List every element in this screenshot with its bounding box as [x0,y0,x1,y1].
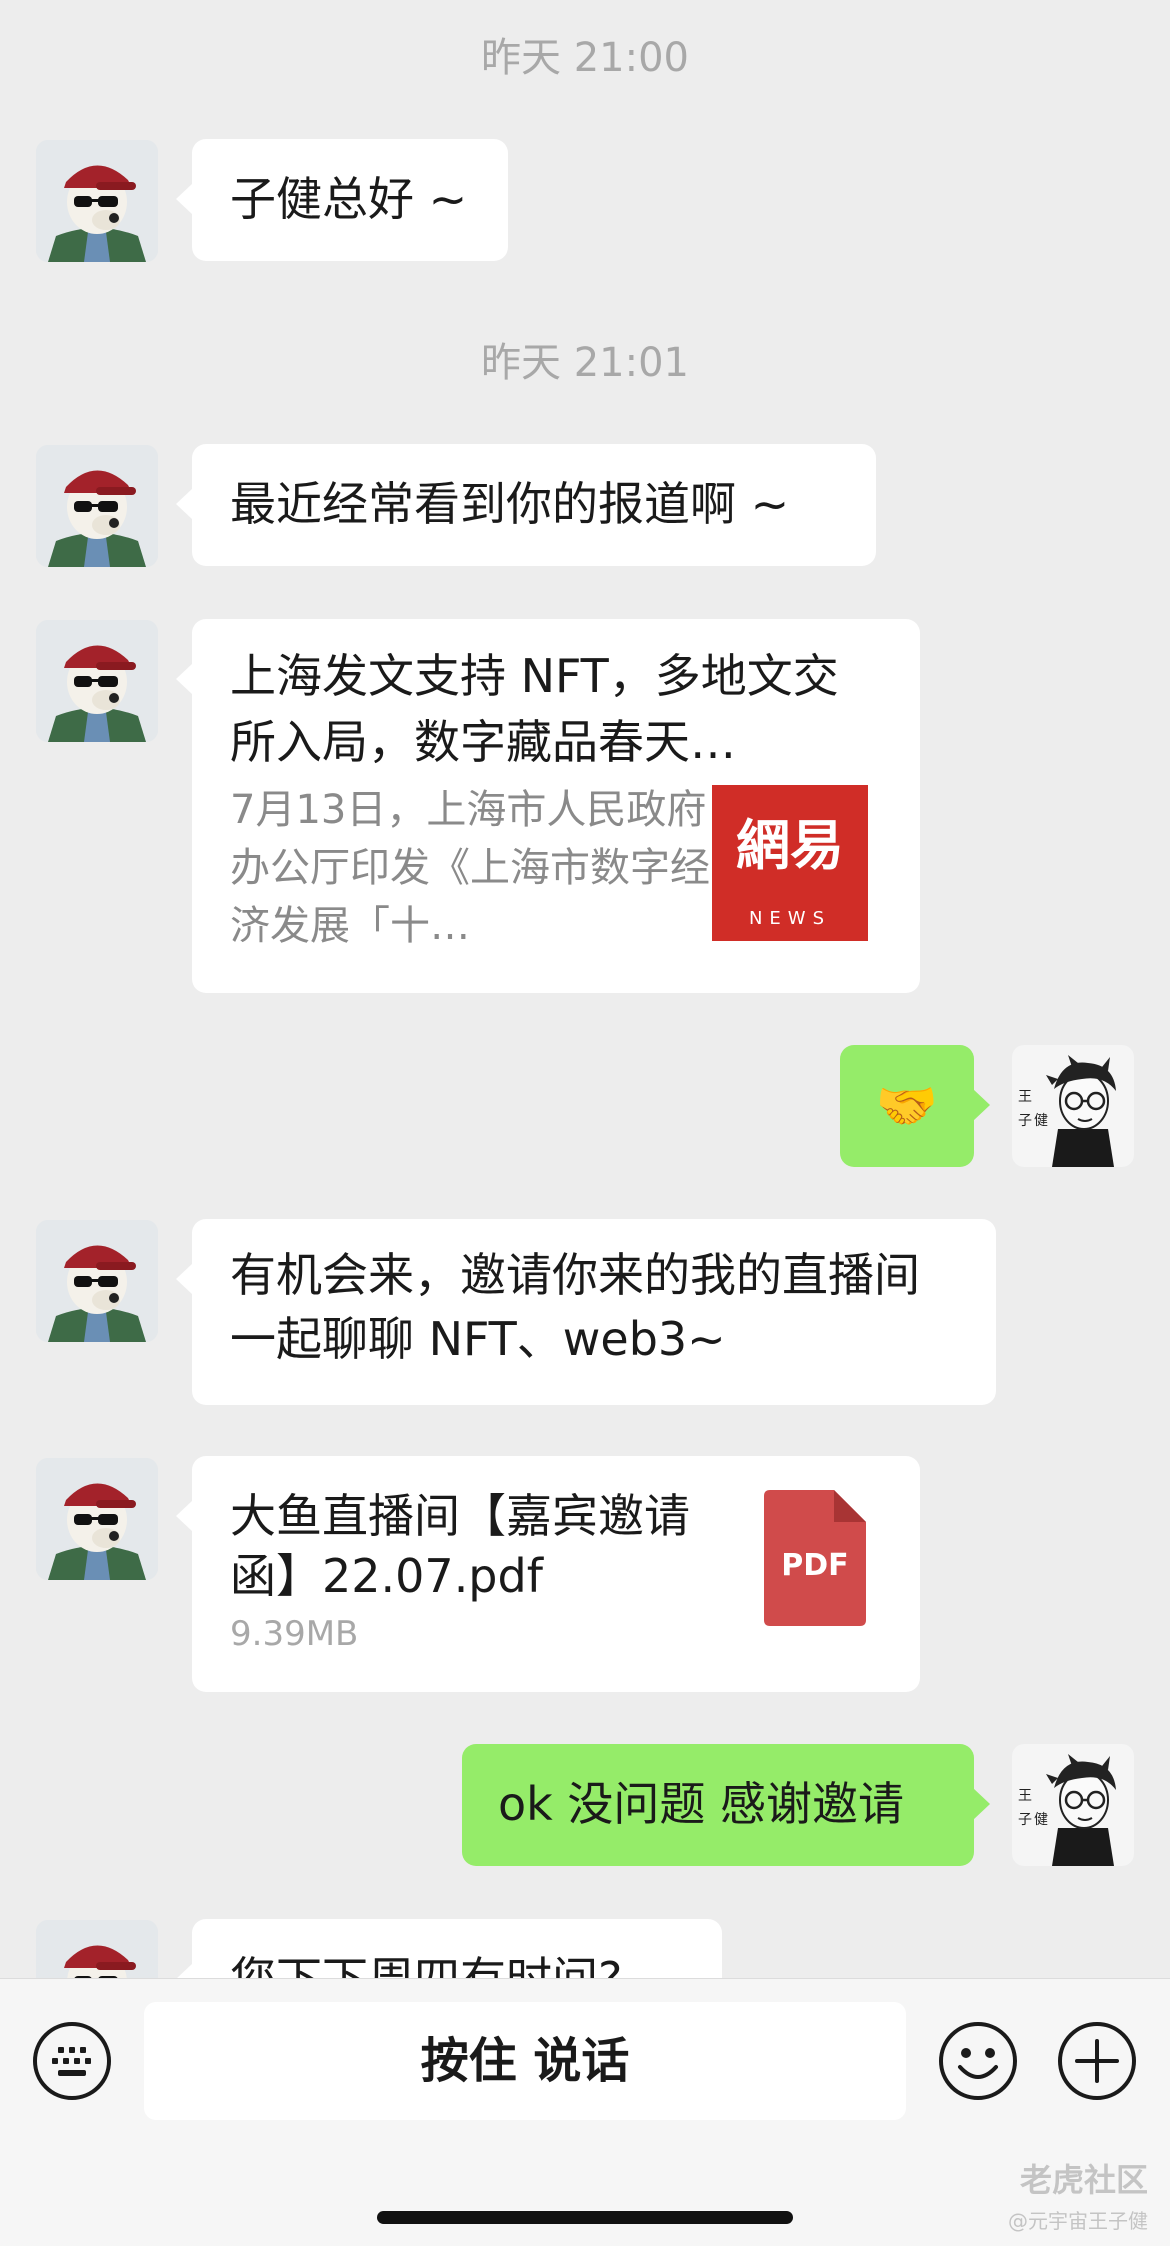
file-card[interactable]: 大鱼直播间【嘉宾邀请函】22.07.pdf 9.39MB PDF [176,1456,920,1692]
keyboard-toggle-button[interactable] [32,2021,112,2101]
self-avatar[interactable]: 王 子 健 [1012,1045,1134,1167]
input-bar: 按住 说话 [0,1978,1170,2246]
bear-avatar-icon [36,1920,158,1978]
pdf-file-icon: PDF [764,1490,866,1626]
watermark-title: 老虎社区 [1019,2161,1148,2199]
timestamp: 昨天 21:00 [481,35,689,81]
message-bubble-outgoing[interactable]: 🤝 [840,1045,990,1167]
link-card[interactable]: 上海发文支持 NFT，多地文交所入局，数字藏品春天… 7月13日，上海市人民政府… [176,619,920,993]
more-actions-button[interactable] [1057,2021,1137,2101]
svg-text:子: 子 [1018,1113,1032,1129]
bear-avatar-icon [36,1220,158,1342]
hold-to-talk-button[interactable]: 按住 说话 [144,2002,906,2120]
contact-avatar[interactable] [36,1458,158,1580]
message-text: 子健总好 ~ [230,172,468,226]
svg-text:健: 健 [1034,1113,1048,1129]
plus-icon [1058,2022,1136,2100]
svg-text:王: 王 [1018,1089,1032,1105]
emoji-button[interactable] [938,2021,1018,2101]
chat-area[interactable]: 昨天 21:00 子健总好 ~ 昨天 21:01 最近经常看到你的报道啊 ~ 上… [0,0,1170,1978]
contact-avatar[interactable] [36,620,158,742]
watermark: 老虎社区 @元宇宙王子健 [1008,2160,1148,2236]
svg-text:王: 王 [1018,1788,1032,1804]
timestamp: 昨天 21:01 [481,340,689,386]
message-bubble-incoming[interactable]: 您下下周四有时间? [176,1919,722,1978]
message-bubble-incoming[interactable]: 子健总好 ~ [176,139,508,261]
message-bubble-outgoing[interactable]: ok 没问题 感谢邀请 [462,1744,990,1866]
keyboard-icon [33,2022,111,2100]
boy-avatar-icon: 王 子 健 [1012,1045,1134,1167]
self-avatar[interactable]: 王 子 健 [1012,1744,1134,1866]
file-name: 大鱼直播间【嘉宾邀请函】22.07.pdf [230,1489,690,1603]
svg-text:健: 健 [1034,1812,1048,1828]
contact-avatar[interactable] [36,1920,158,1978]
file-size: 9.39MB [230,1614,359,1654]
message-bubble-incoming[interactable]: 有机会来，邀请你来的我的直播间一起聊聊 NFT、web3~ [176,1219,996,1405]
message-text: 您下下周四有时间? [230,1947,684,1978]
contact-avatar[interactable] [36,1220,158,1342]
message-bubble-incoming[interactable]: 最近经常看到你的报道啊 ~ [176,444,876,566]
message-text: ok 没问题 感谢邀请 [498,1777,905,1831]
home-indicator[interactable] [377,2211,793,2224]
contact-avatar[interactable] [36,140,158,262]
message-text: 有机会来，邀请你来的我的直播间一起聊聊 NFT、web3~ [230,1248,920,1366]
message-text: 最近经常看到你的报道啊 ~ [230,477,790,531]
watermark-author: @元宇宙王子健 [1008,2209,1148,2233]
netease-news-logo: 網易 NEWS [712,785,868,941]
emoji-icon [939,2022,1017,2100]
handshake-emoji: 🤝 [875,1077,939,1135]
link-card-description: 7月13日，上海市人民政府办公厅印发《上海市数字经济发展「十… [230,787,710,949]
bear-avatar-icon [36,1458,158,1580]
bear-avatar-icon [36,620,158,742]
boy-avatar-icon: 王 子 健 [1012,1744,1134,1866]
contact-avatar[interactable] [36,445,158,567]
link-card-title: 上海发文支持 NFT，多地文交所入局，数字藏品春天… [230,649,839,769]
bear-avatar-icon [36,140,158,262]
bear-avatar-icon [36,445,158,567]
svg-text:子: 子 [1018,1812,1032,1828]
